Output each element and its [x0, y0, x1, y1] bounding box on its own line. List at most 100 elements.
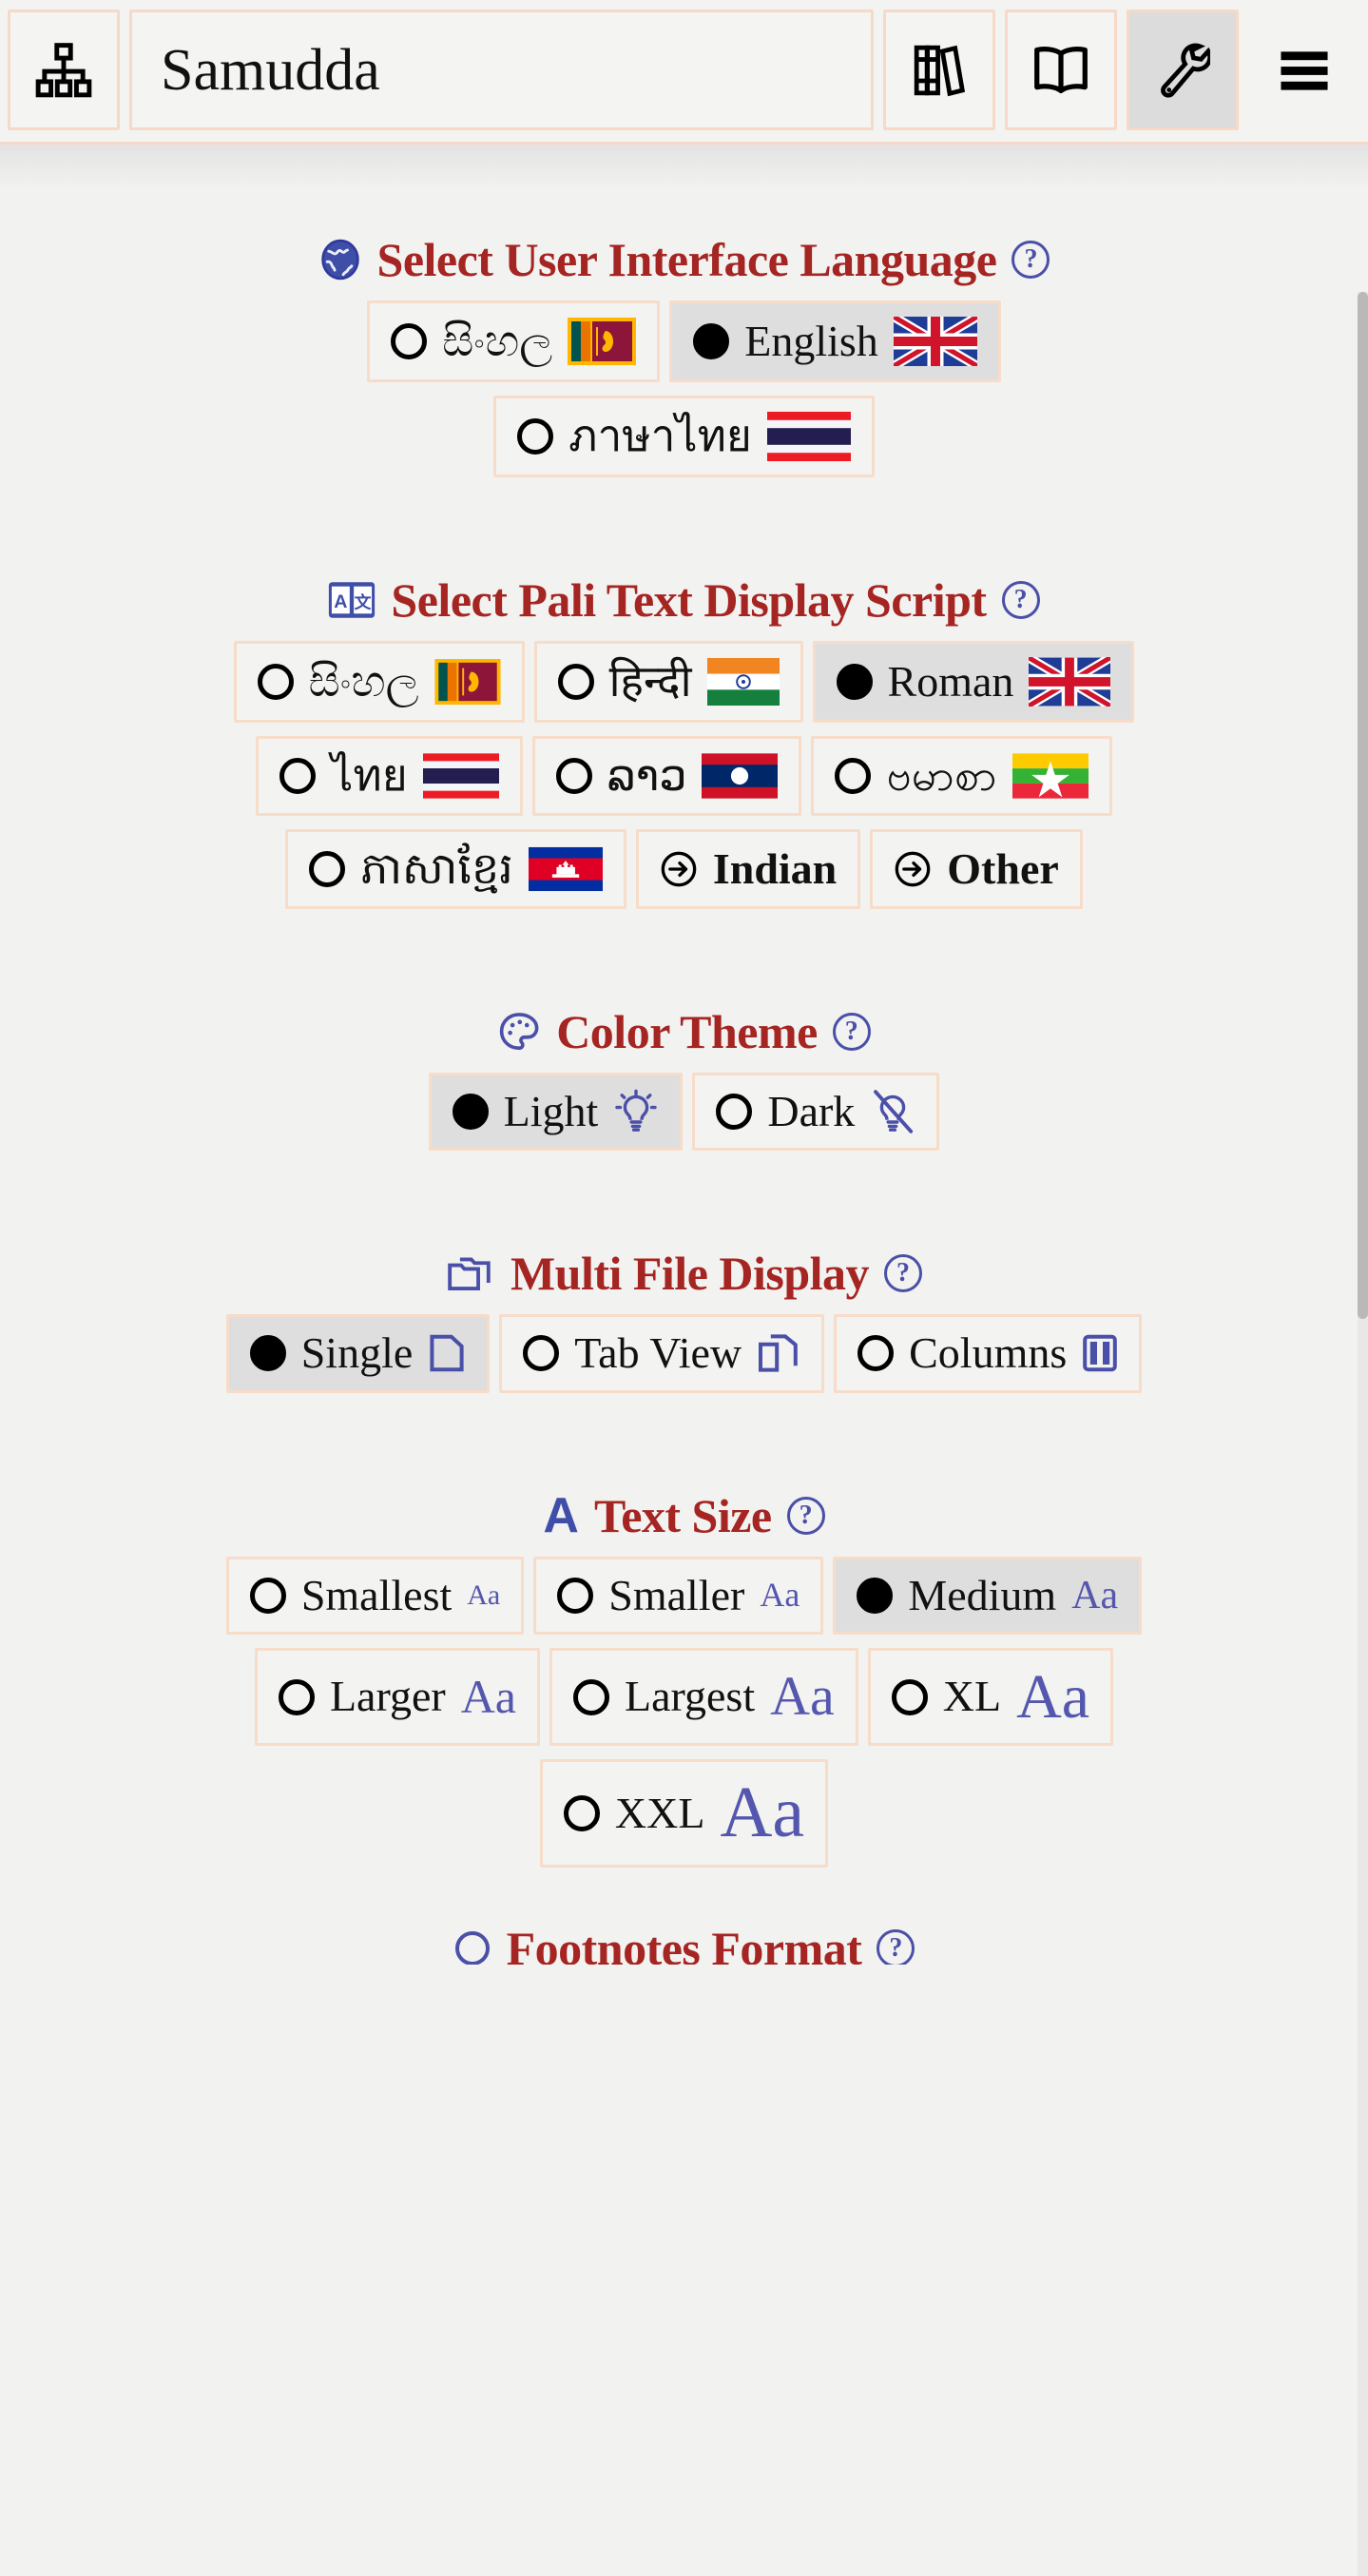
settings-button[interactable]: [1127, 10, 1239, 130]
multi-file-option-label: Columns: [909, 1328, 1068, 1378]
multi-file-option-single[interactable]: Single: [225, 1314, 491, 1393]
pali-script-link-other[interactable]: Other: [870, 829, 1083, 909]
menu-button[interactable]: [1248, 10, 1360, 130]
hamburger-icon: [1276, 45, 1333, 96]
uk-flag: [1029, 657, 1111, 707]
pali-script-option-label: ភាសាខ្មែរ: [360, 843, 513, 893]
text-size-option-label: XL: [942, 1672, 1002, 1721]
radio-selected[interactable]: [857, 1577, 894, 1614]
tab-view-icon: [757, 1332, 800, 1374]
footnotes-format-heading: Footnotes Format ?: [0, 1921, 1368, 1965]
pali-script-option-roman[interactable]: Roman: [812, 641, 1135, 723]
radio-selected[interactable]: [693, 323, 730, 359]
radio-unselected[interactable]: [835, 758, 872, 794]
radio-unselected[interactable]: [523, 1335, 560, 1372]
ui-language-help-icon[interactable]: ?: [1012, 241, 1050, 279]
text-size-help-icon[interactable]: ?: [786, 1496, 825, 1535]
hierarchy-button[interactable]: [8, 10, 120, 130]
radio-unselected[interactable]: [257, 664, 294, 700]
scrollbar-thumb[interactable]: [1358, 292, 1368, 1319]
color-theme-option-label: Light: [503, 1087, 599, 1135]
cambodia-flag: [528, 845, 603, 893]
radio-unselected[interactable]: [563, 1795, 600, 1832]
pali-script-option-myanmar[interactable]: ဗမာစာ: [811, 736, 1112, 816]
ui-language-option-english[interactable]: English: [669, 300, 1001, 382]
scrollbar[interactable]: [1358, 292, 1368, 2576]
radio-selected[interactable]: [452, 1094, 489, 1131]
wrench-icon: [1155, 41, 1210, 100]
text-size-option-largest[interactable]: Largest Aa: [549, 1647, 858, 1747]
multi-file-display-help-icon[interactable]: ?: [884, 1254, 923, 1293]
section-color-theme: Color Theme ? Light Dark: [0, 1004, 1368, 1152]
multi-file-display-row: Single Tab View Columns: [0, 1314, 1368, 1393]
footnotes-format-help-icon[interactable]: ?: [877, 1928, 915, 1965]
pali-script-row-3: ភាសាខ្មែរ Indian Other: [0, 829, 1368, 909]
pali-script-option-hindi[interactable]: हिन्दी: [533, 641, 803, 723]
pali-script-row-1: සිංහල हिन्दी Roman: [0, 641, 1368, 723]
radio-unselected[interactable]: [279, 758, 317, 794]
arrow-right-circle-icon: [660, 850, 698, 888]
color-theme-option-light[interactable]: Light: [428, 1073, 684, 1152]
multi-file-option-label: Single: [300, 1328, 414, 1378]
book-icon: [1031, 43, 1090, 98]
radio-unselected[interactable]: [557, 664, 594, 700]
book-button[interactable]: [1005, 10, 1117, 130]
radio-unselected[interactable]: [517, 418, 554, 455]
section-pali-script: A 文 Select Pali Text Display Script ? සි…: [0, 572, 1368, 909]
multi-file-option-columns[interactable]: Columns: [834, 1314, 1143, 1393]
pali-script-link-label: Indian: [712, 843, 838, 893]
ui-language-option-sinhala[interactable]: සිංහල: [367, 300, 661, 382]
pali-script-link-indian[interactable]: Indian: [635, 829, 861, 909]
radio-unselected[interactable]: [278, 1678, 315, 1715]
radio-unselected[interactable]: [391, 323, 428, 359]
radio-unselected[interactable]: [557, 1577, 594, 1614]
ui-language-title: Select User Interface Language: [376, 233, 997, 286]
pali-script-option-thai[interactable]: ไทย: [256, 736, 523, 816]
text-size-option-xl[interactable]: XL Aa: [867, 1647, 1114, 1747]
ui-language-option-thai[interactable]: ภาษาไทย: [493, 396, 875, 477]
pali-script-row-2: ไทย ລາວ ဗမာစာ: [0, 736, 1368, 816]
pali-script-option-khmer[interactable]: ភាសាខ្មែរ: [285, 829, 626, 909]
radio-unselected[interactable]: [857, 1335, 895, 1372]
lightbulb-on-icon: [613, 1089, 659, 1134]
translate-icon: A 文: [328, 580, 376, 620]
laos-flag: [702, 752, 779, 800]
globe-icon: [318, 238, 362, 281]
text-size-option-xxl[interactable]: XXL Aa: [539, 1759, 829, 1868]
text-size-option-smallest[interactable]: Smallest Aa: [225, 1556, 525, 1635]
single-file-icon: [428, 1332, 466, 1374]
radio-unselected[interactable]: [716, 1094, 753, 1131]
ui-language-option-label: English: [744, 316, 878, 365]
radio-unselected[interactable]: [309, 851, 346, 887]
hierarchy-icon: [34, 41, 93, 100]
multi-file-option-tab-view[interactable]: Tab View: [499, 1314, 825, 1393]
radio-unselected[interactable]: [573, 1678, 609, 1715]
text-size-option-larger[interactable]: Larger Aa: [254, 1647, 540, 1747]
color-theme-option-dark[interactable]: Dark: [692, 1073, 940, 1152]
text-size-option-medium[interactable]: Medium Aa: [833, 1556, 1143, 1635]
pali-script-link-label: Other: [947, 843, 1059, 893]
text-size-option-label: XXL: [614, 1788, 705, 1837]
library-button[interactable]: [883, 10, 995, 130]
radio-unselected[interactable]: [891, 1678, 928, 1715]
text-size-option-label: Smallest: [300, 1570, 453, 1619]
myanmar-flag: [1012, 752, 1089, 800]
text-size-row-1: Smallest Aa Smaller Aa Medium Aa: [0, 1556, 1368, 1635]
radio-selected[interactable]: [836, 664, 873, 700]
pali-script-option-sinhala[interactable]: සිංහල: [233, 641, 525, 723]
thailand-flag: [766, 412, 851, 461]
title-field[interactable]: Samudda: [129, 10, 874, 130]
section-text-size: A Text Size ? Smallest Aa Smaller Aa Med…: [0, 1488, 1368, 1868]
svg-text:A: A: [335, 591, 348, 612]
radio-selected[interactable]: [249, 1335, 286, 1372]
radio-unselected[interactable]: [555, 758, 592, 794]
color-theme-help-icon[interactable]: ?: [832, 1013, 871, 1051]
section-multi-file-display: Multi File Display ? Single Tab View Col…: [0, 1246, 1368, 1393]
pali-script-help-icon[interactable]: ?: [1001, 581, 1040, 619]
text-size-option-label: Larger: [329, 1672, 446, 1721]
pali-script-option-label: ລາວ: [607, 750, 687, 800]
radio-unselected[interactable]: [249, 1577, 286, 1614]
text-size-option-smaller[interactable]: Smaller Aa: [533, 1556, 824, 1635]
pali-script-option-lao[interactable]: ລາວ: [531, 736, 802, 816]
text-size-option-label: Smaller: [608, 1570, 745, 1619]
